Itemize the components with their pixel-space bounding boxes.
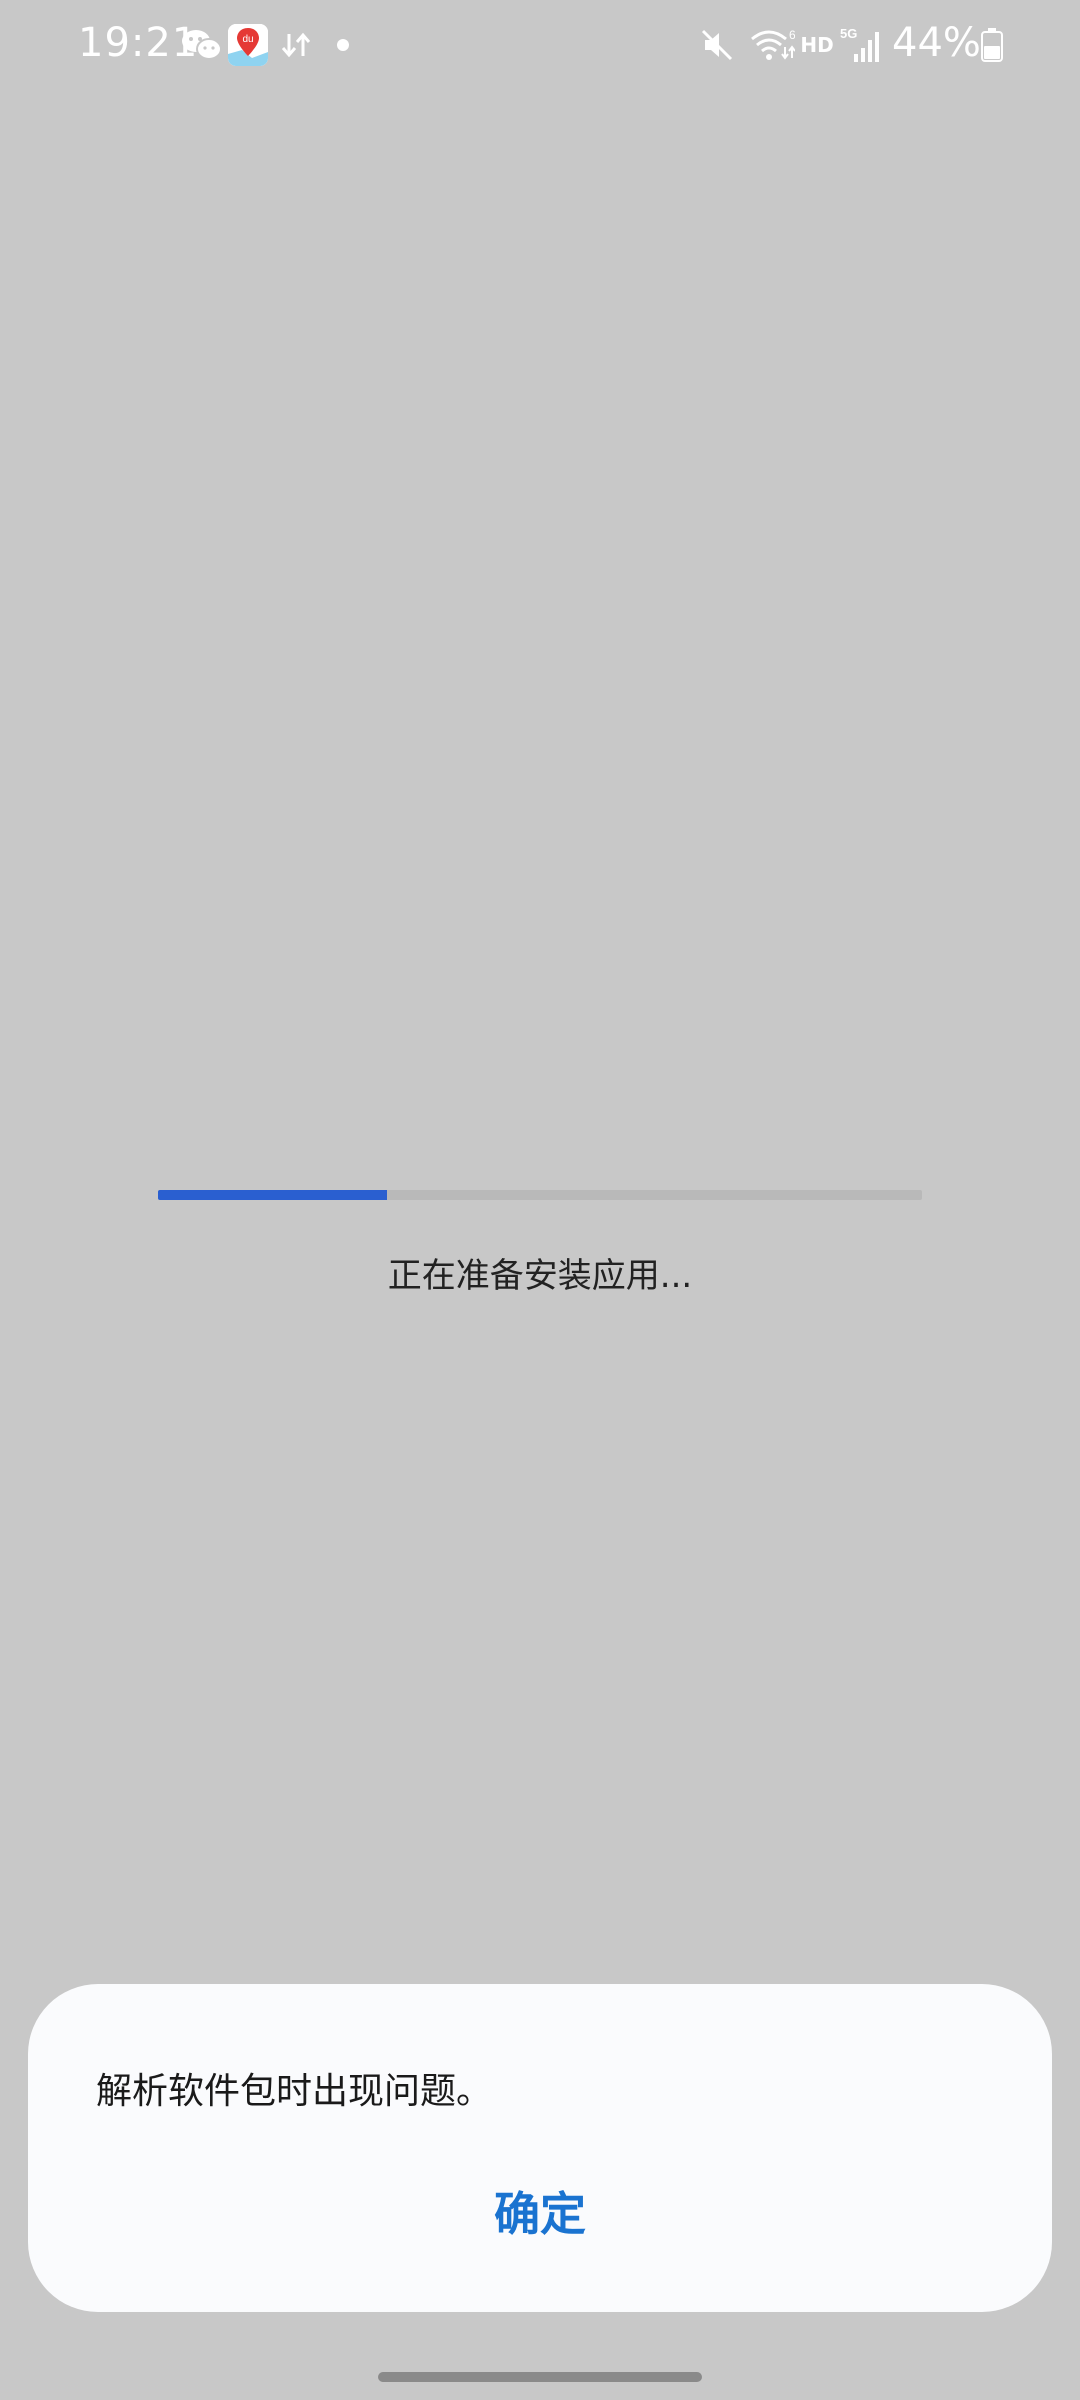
hd-indicator: HD xyxy=(800,33,834,57)
dialog-message: 解析软件包时出现问题。 xyxy=(96,2071,493,2112)
signal-icon: 5G xyxy=(840,24,884,66)
mute-icon xyxy=(697,24,737,66)
install-progress-text: 正在准备安装应用... xyxy=(387,1256,693,1296)
battery-icon xyxy=(980,24,1004,66)
status-bar: 19:21 du 6 HD 5G 44% xyxy=(0,0,1080,90)
maps-badge-text: du xyxy=(242,34,253,45)
confirm-button[interactable]: 确定 xyxy=(28,2174,1052,2254)
wifi-icon: 6 xyxy=(748,24,796,66)
install-progress-fill xyxy=(158,1190,388,1200)
notification-dot-icon xyxy=(337,39,349,51)
svg-text:6: 6 xyxy=(789,28,795,42)
install-progress-bar xyxy=(158,1190,922,1200)
error-dialog: 解析软件包时出现问题。 确定 xyxy=(28,1984,1052,2312)
battery-percent: 44% xyxy=(892,20,981,66)
wechat-icon xyxy=(180,24,224,66)
baidu-maps-icon: du xyxy=(228,24,268,66)
data-transfer-icon xyxy=(278,24,314,66)
network-type-label: 5G xyxy=(840,26,857,41)
home-indicator[interactable] xyxy=(378,2372,702,2382)
